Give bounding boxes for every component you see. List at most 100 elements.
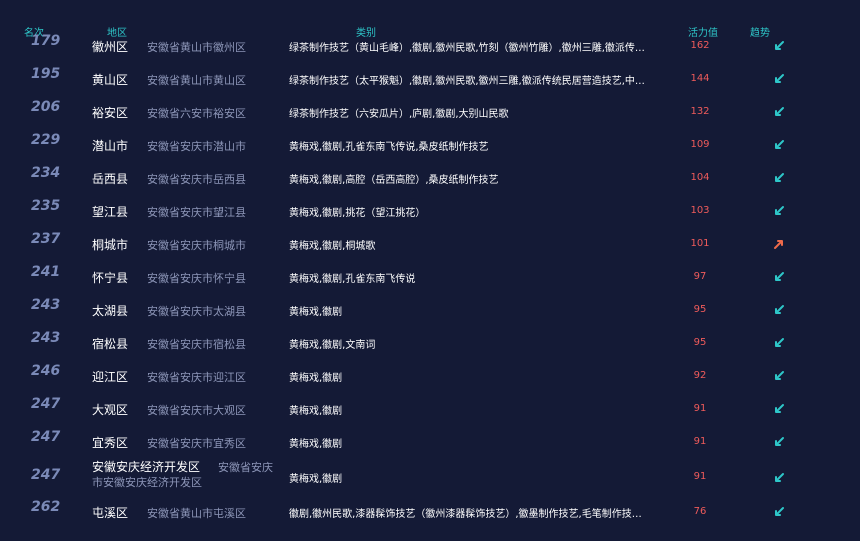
region-full-name: 安徽省黄山市徽州区 bbox=[147, 41, 246, 54]
vitality-value: 95 bbox=[693, 337, 707, 348]
vitality-value: 144 bbox=[690, 73, 710, 84]
trend-down-icon bbox=[773, 472, 785, 484]
table-row[interactable]: 237 桐城市 安徽省安庆市桐城市 黄梅戏,徽剧,桐城歌 101 bbox=[0, 229, 860, 262]
heritage-categories: 黄梅戏,徽剧 bbox=[289, 307, 343, 318]
trend-down-icon bbox=[773, 304, 785, 316]
region-name: 大观区 bbox=[92, 403, 129, 417]
region-full-name: 安徽省黄山市屯溪区 bbox=[147, 507, 246, 520]
region-name: 怀宁县 bbox=[92, 271, 129, 285]
rank-number: 262 bbox=[31, 499, 61, 515]
region-name: 太湖县 bbox=[92, 304, 129, 318]
rank-number: 195 bbox=[31, 66, 61, 82]
rank-number: 243 bbox=[31, 330, 61, 346]
rank-number: 246 bbox=[31, 363, 61, 379]
vitality-value: 162 bbox=[690, 40, 710, 51]
region-name: 岳西县 bbox=[92, 172, 129, 186]
vitality-value: 91 bbox=[693, 436, 707, 447]
region-full-name-line1: 安徽省安庆 bbox=[218, 461, 274, 474]
heritage-categories: 黄梅戏,徽剧,孔雀东南飞传说 bbox=[289, 274, 416, 285]
heritage-categories: 黄梅戏,徽剧 bbox=[289, 406, 343, 417]
vitality-value: 92 bbox=[693, 370, 707, 381]
region-full-name: 安徽省安庆市岳西县 bbox=[147, 173, 246, 186]
heritage-categories: 黄梅戏,徽剧 bbox=[289, 373, 343, 384]
table-row[interactable]: 243 太湖县 安徽省安庆市太湖县 黄梅戏,徽剧 95 bbox=[0, 295, 860, 328]
table-row[interactable]: 262 屯溪区 安徽省黄山市屯溪区 徽剧,徽州民歌,漆器髹饰技艺（徽州漆器髹饰技艺）,… bbox=[0, 497, 860, 530]
heritage-categories: 黄梅戏,徽剧,桐城歌 bbox=[289, 241, 376, 252]
trend-down-icon bbox=[773, 370, 785, 382]
vitality-value: 91 bbox=[693, 471, 707, 482]
region-name: 迎江区 bbox=[92, 370, 129, 384]
trend-down-icon bbox=[773, 271, 785, 283]
region-name: 安徽安庆经济开发区 安徽省安庆市安徽安庆经济开发区 bbox=[92, 460, 273, 490]
heritage-categories: 黄梅戏,徽剧 bbox=[289, 439, 343, 450]
region-name-text: 安徽安庆经济开发区 bbox=[92, 460, 201, 474]
trend-down-icon bbox=[773, 172, 785, 184]
rank-number: 179 bbox=[31, 33, 61, 49]
region-full-name: 安徽省安庆市潜山市 bbox=[147, 140, 246, 153]
region-name: 望江县 bbox=[92, 205, 129, 219]
table-row[interactable]: 179 徽州区 安徽省黄山市徽州区 绿茶制作技艺（黄山毛峰）,徽剧,徽州民歌,竹刻（徽… bbox=[0, 31, 860, 64]
region-name: 黄山区 bbox=[92, 73, 129, 87]
heritage-categories: 黄梅戏,徽剧,孔雀东南飞传说,桑皮纸制作技艺 bbox=[289, 142, 489, 153]
table-row[interactable]: 247 安徽安庆经济开发区 安徽省安庆 市安徽安庆经济开发区 黄梅戏,徽剧 91 bbox=[0, 460, 860, 497]
region-full-name: 安徽省安庆市迎江区 bbox=[147, 371, 246, 384]
heritage-categories: 绿茶制作技艺（太平猴魁）,徽剧,徽州民歌,徽州三雕,徽派传统民居营造技艺,中医诊… bbox=[289, 76, 649, 87]
region-full-name: 安徽省六安市裕安区 bbox=[147, 107, 246, 120]
region-full-name: 安徽省安庆市太湖县 bbox=[147, 305, 246, 318]
table-row[interactable]: 247 大观区 安徽省安庆市大观区 黄梅戏,徽剧 91 bbox=[0, 394, 860, 427]
region-full-name: 安徽省安庆市桐城市 bbox=[147, 239, 246, 252]
trend-down-icon bbox=[773, 139, 785, 151]
table-row[interactable]: 229 潜山市 安徽省安庆市潜山市 黄梅戏,徽剧,孔雀东南飞传说,桑皮纸制作技艺 109 bbox=[0, 130, 860, 163]
region-name: 裕安区 bbox=[92, 106, 129, 120]
table-row[interactable]: 235 望江县 安徽省安庆市望江县 黄梅戏,徽剧,挑花（望江挑花） 103 bbox=[0, 196, 860, 229]
region-full-name: 安徽省安庆市大观区 bbox=[147, 404, 246, 417]
trend-down-icon bbox=[773, 436, 785, 448]
vitality-value: 109 bbox=[690, 139, 710, 150]
table-row[interactable]: 195 黄山区 安徽省黄山市黄山区 绿茶制作技艺（太平猴魁）,徽剧,徽州民歌,徽州三雕… bbox=[0, 64, 860, 97]
trend-down-icon bbox=[773, 337, 785, 349]
vitality-value: 132 bbox=[690, 106, 710, 117]
region-full-name: 安徽省安庆市宿松县 bbox=[147, 338, 246, 351]
table-row[interactable]: 206 裕安区 安徽省六安市裕安区 绿茶制作技艺（六安瓜片）,庐剧,徽剧,大别山民歌 1… bbox=[0, 97, 860, 130]
vitality-value: 97 bbox=[693, 271, 707, 282]
vitality-value: 91 bbox=[693, 403, 707, 414]
table-row[interactable]: 234 岳西县 安徽省安庆市岳西县 黄梅戏,徽剧,高腔（岳西高腔）,桑皮纸制作技艺 10… bbox=[0, 163, 860, 196]
rank-number: 247 bbox=[31, 396, 61, 412]
rank-number: 247 bbox=[31, 429, 61, 445]
table-row[interactable]: 247 宜秀区 安徽省安庆市宜秀区 黄梅戏,徽剧 91 bbox=[0, 427, 860, 460]
trend-down-icon bbox=[773, 106, 785, 118]
trend-down-icon bbox=[773, 506, 785, 518]
trend-down-icon bbox=[773, 205, 785, 217]
region-full-name: 安徽省安庆市怀宁县 bbox=[147, 272, 246, 285]
region-full-name: 安徽省黄山市黄山区 bbox=[147, 74, 246, 87]
heritage-categories: 黄梅戏,徽剧,文南词 bbox=[289, 340, 376, 351]
region-name: 宜秀区 bbox=[92, 436, 129, 450]
table-row[interactable]: 241 怀宁县 安徽省安庆市怀宁县 黄梅戏,徽剧,孔雀东南飞传说 97 bbox=[0, 262, 860, 295]
trend-down-icon bbox=[773, 403, 785, 415]
rank-number: 237 bbox=[31, 231, 61, 247]
vitality-value: 76 bbox=[693, 506, 707, 517]
region-full-name: 安徽省安庆市宜秀区 bbox=[147, 437, 246, 450]
rank-number: 234 bbox=[31, 165, 61, 181]
heritage-categories: 黄梅戏,徽剧,挑花（望江挑花） bbox=[289, 208, 426, 219]
rank-number: 206 bbox=[31, 99, 61, 115]
ranking-table-body: 179 徽州区 安徽省黄山市徽州区 绿茶制作技艺（黄山毛峰）,徽剧,徽州民歌,竹刻（徽… bbox=[0, 31, 860, 530]
rank-number: 241 bbox=[31, 264, 61, 280]
region-name: 宿松县 bbox=[92, 337, 129, 351]
region-name: 屯溪区 bbox=[92, 506, 129, 520]
trend-down-icon bbox=[773, 40, 785, 52]
rank-number: 229 bbox=[31, 132, 61, 148]
trend-down-icon bbox=[773, 73, 785, 85]
table-row[interactable]: 246 迎江区 安徽省安庆市迎江区 黄梅戏,徽剧 92 bbox=[0, 361, 860, 394]
region-full-name-line2: 市安徽安庆经济开发区 bbox=[92, 476, 202, 489]
region-name: 徽州区 bbox=[92, 40, 129, 54]
vitality-value: 104 bbox=[690, 172, 710, 183]
heritage-categories: 徽剧,徽州民歌,漆器髹饰技艺（徽州漆器髹饰技艺）,徽墨制作技艺,毛笔制作技艺（徽… bbox=[289, 509, 649, 520]
region-full-name: 安徽省安庆市望江县 bbox=[147, 206, 246, 219]
rank-number: 235 bbox=[31, 198, 61, 214]
vitality-value: 103 bbox=[690, 205, 710, 216]
table-row[interactable]: 243 宿松县 安徽省安庆市宿松县 黄梅戏,徽剧,文南词 95 bbox=[0, 328, 860, 361]
heritage-categories: 绿茶制作技艺（六安瓜片）,庐剧,徽剧,大别山民歌 bbox=[289, 109, 509, 120]
region-name: 潜山市 bbox=[92, 139, 129, 153]
vitality-value: 101 bbox=[690, 238, 710, 249]
